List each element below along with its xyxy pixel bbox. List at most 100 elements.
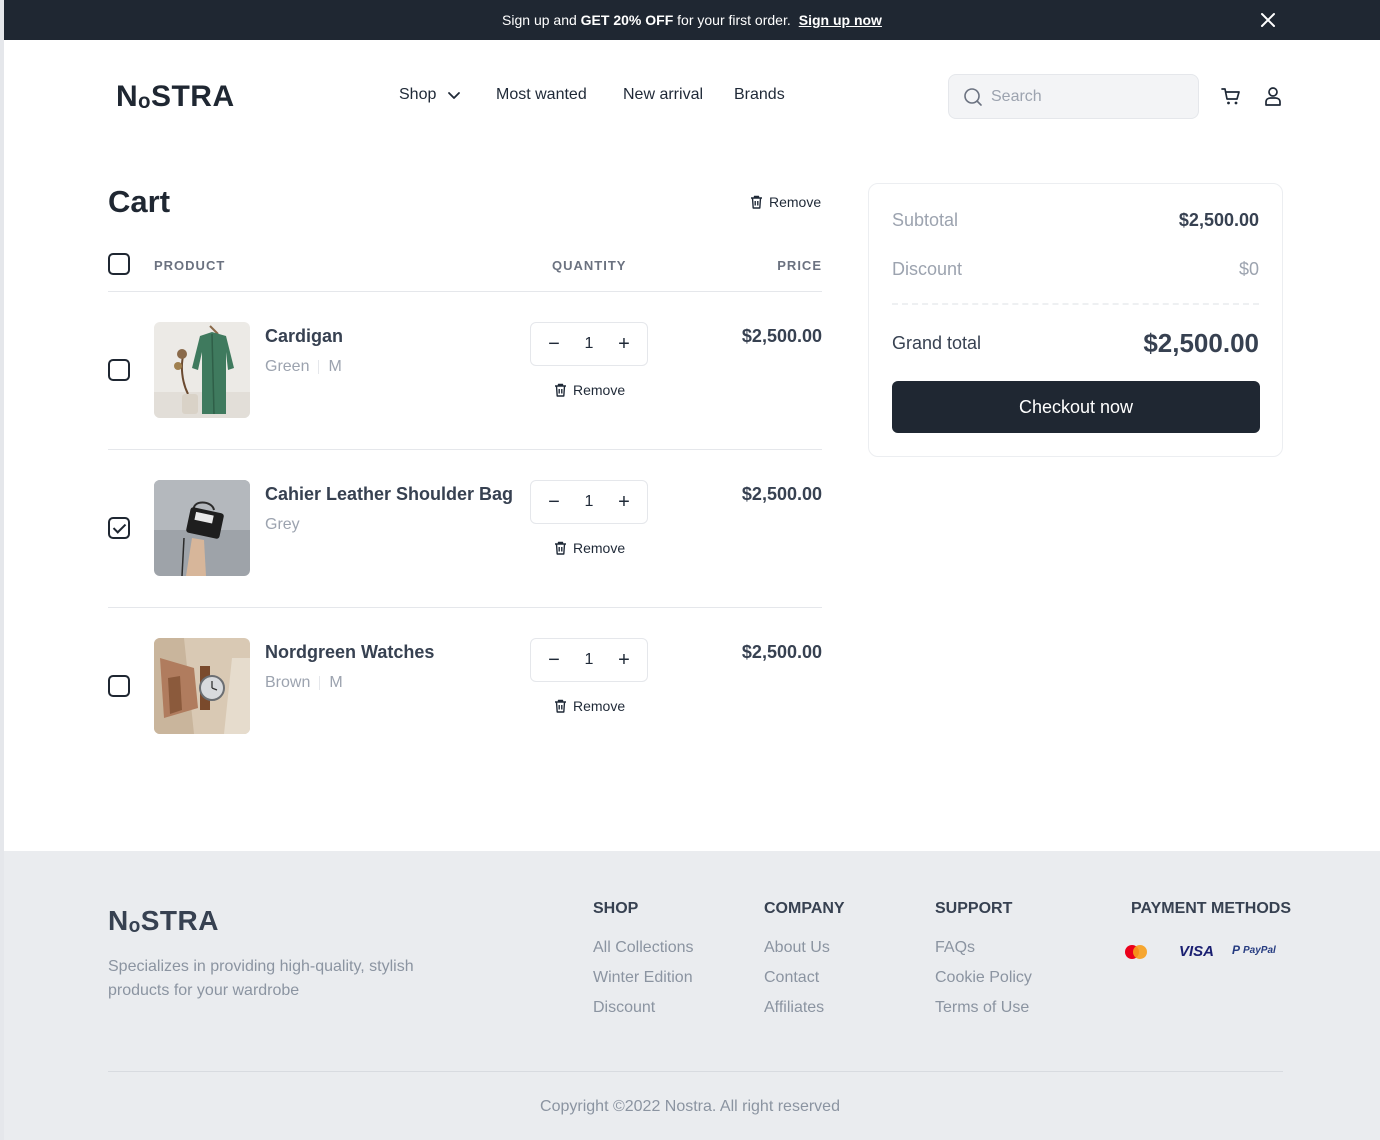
discount-label: Discount [892, 259, 963, 279]
product-name[interactable]: Cahier Leather Shoulder Bag [265, 484, 513, 505]
cart-icon[interactable] [1221, 86, 1241, 106]
remove-item-button[interactable]: Remove [554, 698, 625, 714]
footer-link[interactable]: Discount [593, 999, 693, 1017]
product-image-cardigan[interactable] [154, 322, 250, 418]
quantity-value: 1 [584, 651, 594, 668]
footer-link[interactable]: All Collections [593, 939, 693, 957]
footer-link[interactable]: Contact [764, 969, 845, 987]
quantity-value: 1 [584, 335, 594, 352]
promo-banner: Sign up and GET 20% OFF for your first o… [4, 0, 1380, 40]
quantity-value: 1 [584, 493, 594, 510]
subtotal-row: Subtotal $2,500.00 [892, 210, 1259, 231]
column-product: PRODUCT [154, 258, 226, 273]
product-name[interactable]: Nordgreen Watches [265, 642, 434, 663]
variant-divider [319, 676, 321, 690]
item-checkbox[interactable] [108, 359, 130, 381]
product-name[interactable]: Cardigan [265, 326, 343, 347]
trash-icon [555, 383, 566, 397]
product-image-watches[interactable] [154, 638, 250, 734]
nav-shop-label: Shop [399, 86, 437, 103]
footer-link[interactable]: FAQs [935, 939, 1032, 957]
remove-item-label: Remove [573, 540, 626, 556]
trash-icon [751, 195, 762, 209]
decrease-button[interactable]: − [545, 491, 563, 514]
product-size: M [329, 674, 343, 691]
subtotal-label: Subtotal [892, 210, 959, 230]
item-price: $2,500.00 [741, 326, 822, 346]
quantity-stepper: − 1 + [530, 322, 648, 366]
column-quantity: QUANTITY [552, 258, 627, 273]
grand-total-value: $2,500.00 [1143, 328, 1259, 358]
subtotal-value: $2,500.00 [1178, 210, 1259, 230]
nav-new-arrival[interactable]: New arrival [623, 86, 703, 104]
variant-divider [318, 360, 320, 374]
footer-link[interactable]: Winter Edition [593, 969, 693, 987]
product-size: M [328, 358, 342, 375]
close-icon[interactable] [1258, 10, 1278, 30]
cart-item: Cardigan Green M − 1 + Remove $2,500.00 [108, 292, 822, 450]
remove-item-button[interactable]: Remove [554, 382, 625, 398]
copyright: Copyright ©2022 Nostra. All right reserv… [540, 1098, 840, 1115]
footer-link[interactable]: Terms of Use [935, 999, 1032, 1017]
nav-shop[interactable]: Shop [399, 86, 462, 104]
product-image-shoulder-bag[interactable] [154, 480, 250, 576]
user-icon[interactable] [1263, 86, 1283, 106]
increase-button[interactable]: + [615, 649, 633, 672]
trash-icon [555, 541, 566, 555]
increase-button[interactable]: + [615, 333, 633, 356]
grand-total-row: Grand total $2,500.00 [892, 328, 1259, 359]
search-input[interactable] [991, 87, 1171, 106]
chevron-down-icon [448, 92, 461, 99]
nav-most-wanted[interactable]: Most wanted [496, 86, 587, 104]
footer-description: Specializes in providing high-quality, s… [108, 958, 414, 999]
cart-item: Nordgreen Watches Brown M − 1 + Remove $… [108, 608, 822, 766]
item-price: $2,500.00 [741, 642, 822, 662]
footer-link[interactable]: About Us [764, 939, 845, 957]
footer-column-support: SUPPORT FAQs Cookie Policy Terms of Use [935, 900, 1032, 1029]
footer-column-company: COMPANY About Us Contact Affiliates [764, 900, 845, 1029]
footer: NₒSTRA Specializes in providing high-qua… [4, 851, 1380, 1140]
remove-item-button[interactable]: Remove [554, 540, 625, 556]
paypal-icon: P PayPal [1232, 943, 1276, 957]
column-price: PRICE [777, 258, 822, 273]
item-checkbox[interactable] [108, 675, 130, 697]
footer-column-title: COMPANY [764, 900, 845, 917]
decrease-button[interactable]: − [545, 649, 563, 672]
quantity-stepper: − 1 + [530, 638, 648, 682]
item-checkbox[interactable] [108, 517, 130, 539]
cart-table-header: PRODUCT QUANTITY PRICE [108, 252, 822, 292]
product-variant: Green M [265, 358, 342, 376]
footer-link[interactable]: Cookie Policy [935, 969, 1032, 987]
item-price: $2,500.00 [741, 484, 822, 504]
remove-selected-label: Remove [769, 194, 822, 210]
footer-column-title: PAYMENT METHODS [1131, 900, 1292, 917]
nav-brands[interactable]: Brands [734, 86, 785, 104]
trash-icon [555, 699, 566, 713]
summary-divider [892, 303, 1259, 305]
footer-logo[interactable]: NₒSTRA [108, 905, 219, 937]
product-color: Grey [265, 516, 300, 533]
grand-total-label: Grand total [892, 333, 982, 353]
footer-link[interactable]: Affiliates [764, 999, 845, 1017]
remove-selected-button[interactable]: Remove [750, 194, 821, 210]
remove-item-label: Remove [573, 698, 626, 714]
search-icon [964, 87, 982, 106]
decrease-button[interactable]: − [545, 333, 563, 356]
footer-column-title: SHOP [593, 900, 639, 917]
footer-column-payment: PAYMENT METHODS [1131, 900, 1291, 939]
promo-text: Sign up and GET 20% OFF for your first o… [502, 12, 791, 28]
brand-logo[interactable]: NₒSTRA [116, 80, 235, 114]
checkout-button[interactable]: Checkout now [892, 381, 1260, 433]
select-all-checkbox[interactable] [108, 253, 130, 275]
discount-value: $0 [1238, 259, 1259, 279]
visa-icon: VISA [1179, 943, 1215, 960]
footer-column-shop: SHOP All Collections Winter Edition Disc… [593, 900, 693, 1029]
search-box[interactable] [948, 74, 1199, 119]
product-color: Green [265, 358, 310, 375]
cart-item: Cahier Leather Shoulder Bag Grey − 1 + R… [108, 450, 822, 608]
page-title: Cart [108, 184, 171, 219]
increase-button[interactable]: + [615, 491, 633, 514]
signup-link[interactable]: Sign up now [799, 12, 882, 28]
product-variant: Grey [265, 516, 300, 534]
quantity-stepper: − 1 + [530, 480, 648, 524]
